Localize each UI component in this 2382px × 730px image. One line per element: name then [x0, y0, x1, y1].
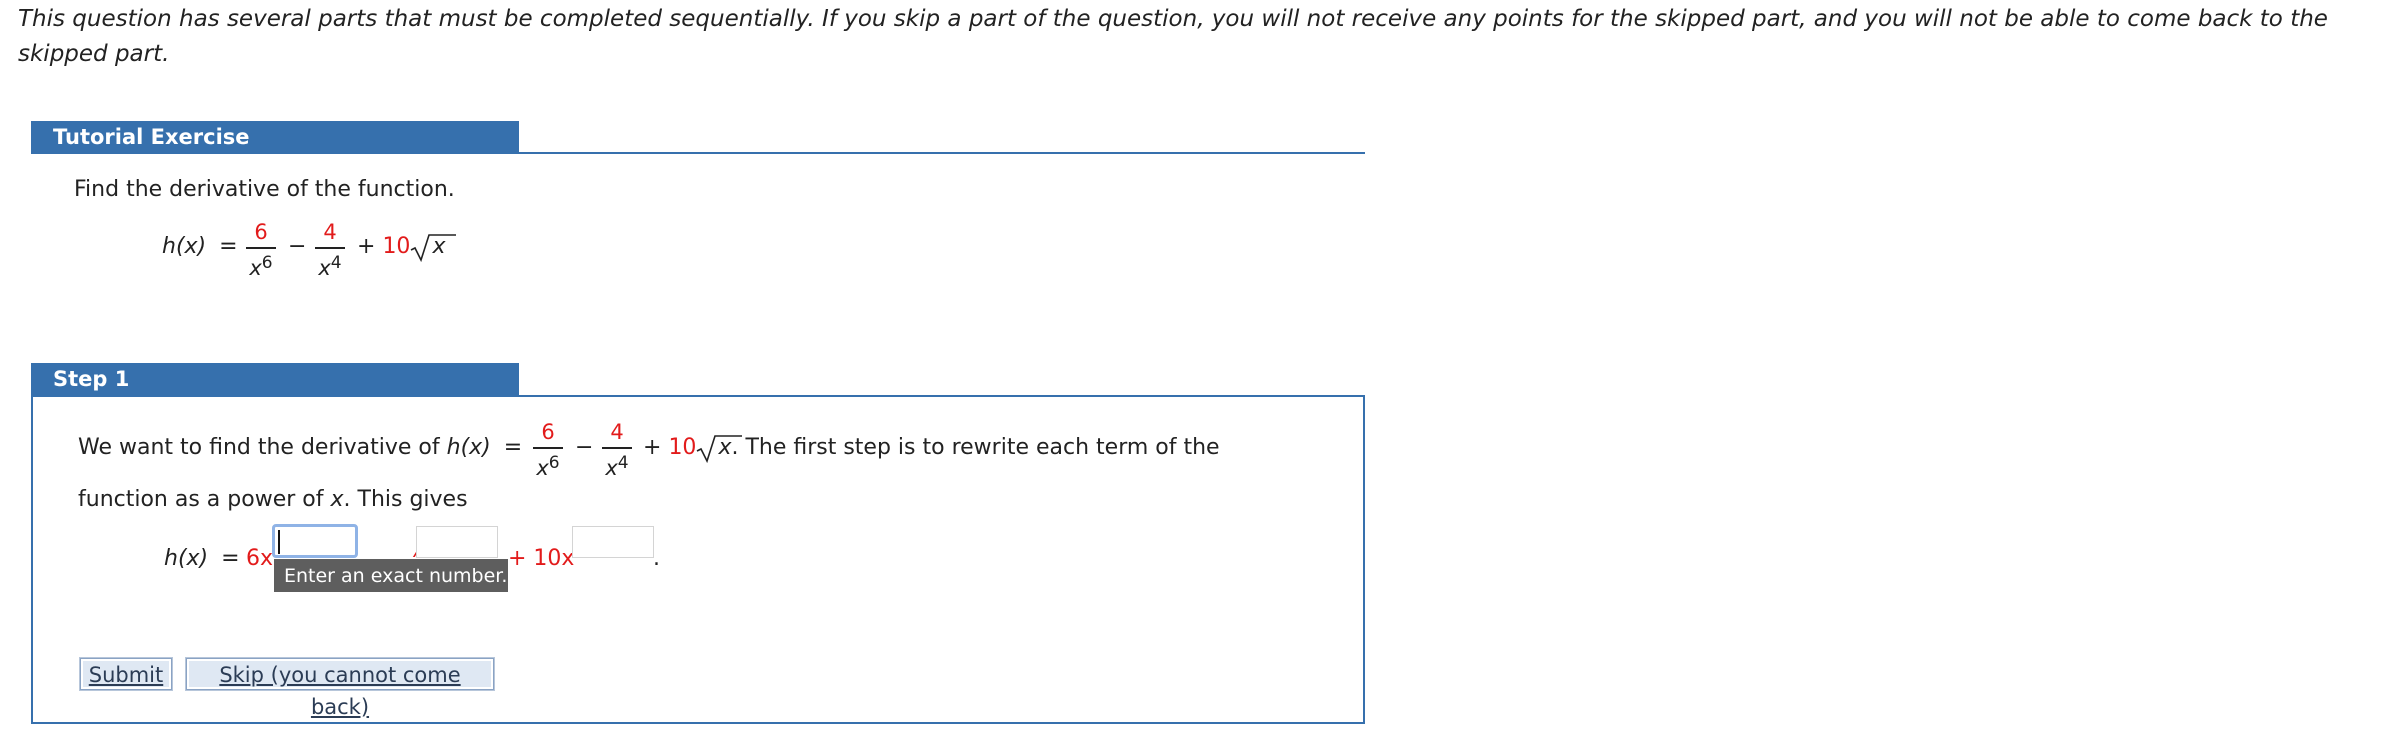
minus-sign: −: [288, 234, 307, 259]
fraction-2-denominator-base: x: [318, 255, 331, 280]
function-lhs: h(x): [162, 234, 207, 259]
answer-lhs: h(x) =: [164, 546, 240, 571]
step-1-function-lhs: h(x): [446, 435, 491, 460]
fraction-term-2: 4 x4: [315, 220, 345, 280]
exponent-1-input[interactable]: [272, 524, 358, 558]
input-tooltip: Enter an exact number.: [274, 559, 508, 592]
step-1-fraction-2-denominator-exponent: 4: [617, 452, 629, 473]
step-1-sentence: We want to find the derivative of h(x) =: [78, 435, 522, 460]
answer-equals-sign: =: [221, 546, 240, 571]
step-1-fraction-1-denominator-exponent: 6: [548, 452, 560, 473]
instructions-text: This question has several parts that mus…: [18, 6, 2328, 67]
fraction-1-denominator-exponent: 6: [261, 252, 273, 273]
step-1-line-2-variable: x: [330, 487, 344, 512]
answer-function-lhs: h(x): [164, 546, 209, 571]
step-1-line-2-end: . This gives: [343, 487, 468, 512]
function-term-3: + 10 x: [357, 234, 457, 263]
answer-term-1: 6x: [246, 546, 274, 571]
answer-term-3: + 10x: [508, 546, 575, 571]
step-1-header: Step 1: [31, 363, 519, 395]
equals-sign: =: [219, 234, 238, 259]
function-display: h(x) =: [162, 234, 238, 259]
fraction-2-numerator: 4: [323, 220, 337, 244]
fraction-1-denominator-base: x: [249, 255, 262, 280]
skip-button[interactable]: Skip (you cannot come back): [185, 657, 495, 719]
step-1-line-2-start: function as a power of: [78, 487, 324, 512]
step-1-minus-sign: −: [575, 435, 594, 460]
step-1-plus-sign: +: [643, 435, 662, 460]
step-1-sentence-start: We want to find the derivative of: [78, 435, 440, 460]
step-1-sqrt-coefficient: 10: [668, 435, 697, 460]
plus-sign: +: [357, 234, 376, 259]
answer-period: .: [653, 546, 660, 571]
tutorial-prompt: Find the derivative of the function.: [74, 177, 455, 202]
step-1-fraction-term-1: 6 x6: [533, 420, 563, 480]
step-1-fraction-1-numerator: 6: [541, 420, 555, 444]
tutorial-header-rule: [31, 152, 1365, 154]
text-cursor: [278, 530, 280, 554]
step-1-fraction-2-denominator-base: x: [605, 455, 618, 480]
exponent-2-input[interactable]: [416, 526, 498, 558]
fraction-1-numerator: 6: [254, 220, 268, 244]
sqrt-coefficient: 10: [382, 234, 411, 259]
radical-sign: x: [410, 234, 457, 263]
tutorial-exercise-header: Tutorial Exercise: [31, 121, 519, 153]
step-1-line-2: function as a power of x. This gives: [78, 487, 468, 512]
step-1-fraction-term-2: 4 x4: [602, 420, 632, 480]
submit-button[interactable]: Submit: [79, 657, 173, 691]
fraction-2-denominator-exponent: 4: [330, 252, 342, 273]
step-1-sentence-end: . The first step is to rewrite each term…: [731, 435, 1220, 460]
step-1-equals-sign: =: [503, 435, 523, 460]
step-1-radical-sign: x: [696, 435, 743, 464]
step-1-sentence-rest: + 10 x. The first step is to rewrite eac…: [643, 435, 1220, 464]
fraction-term-1: 6 x6: [246, 220, 276, 280]
exponent-3-input[interactable]: [572, 526, 654, 558]
step-1-fraction-1-denominator-base: x: [536, 455, 549, 480]
step-1-fraction-2-numerator: 4: [610, 420, 624, 444]
